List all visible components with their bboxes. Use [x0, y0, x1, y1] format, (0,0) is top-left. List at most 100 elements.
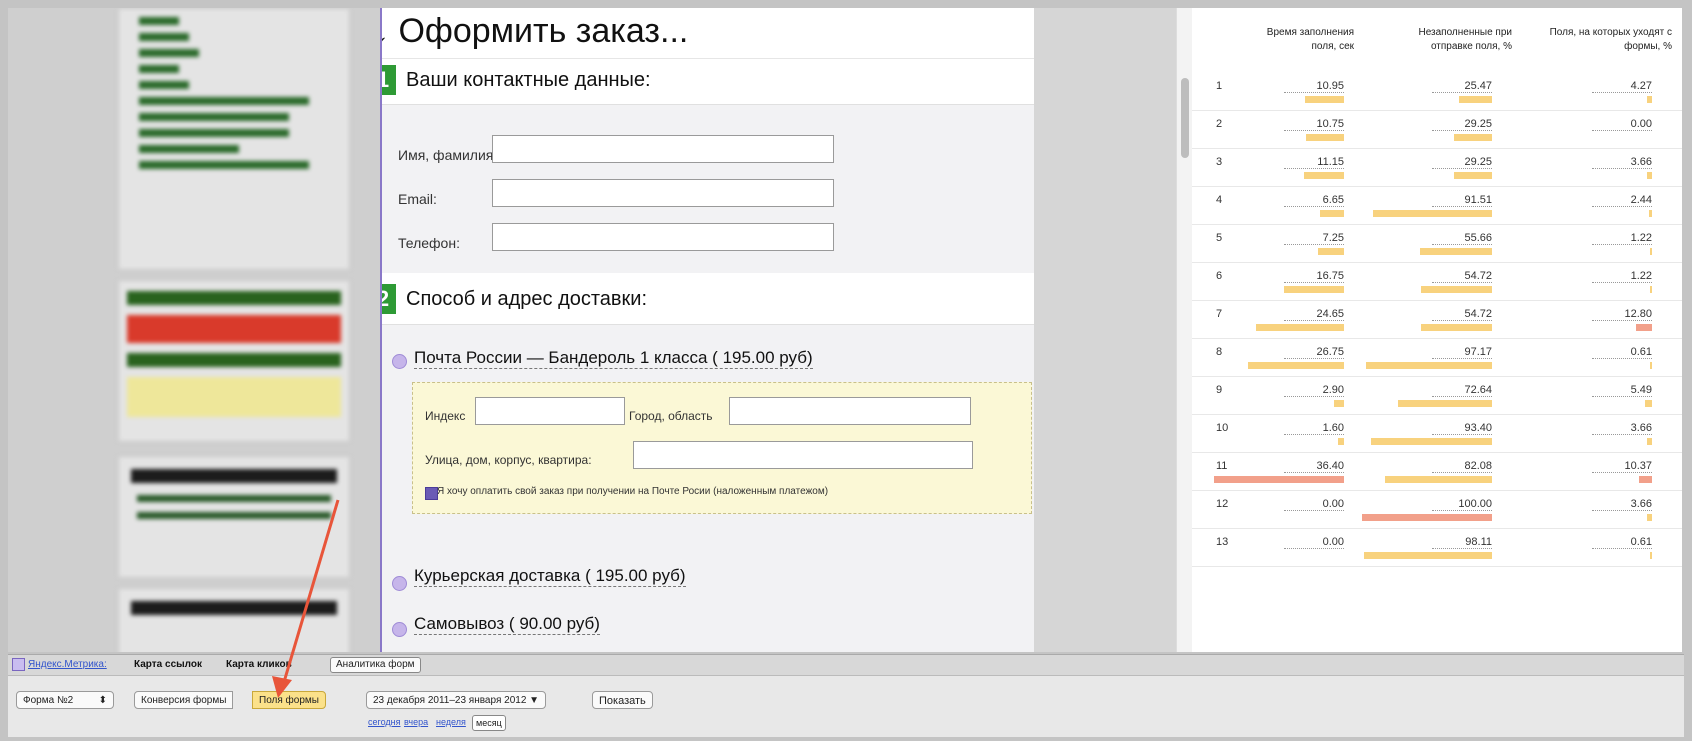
cell-time: 2.90 — [1284, 384, 1344, 397]
conversion-tab[interactable]: Конверсия формы — [134, 691, 234, 709]
cell-leave: 2.44 — [1592, 194, 1652, 207]
city-input[interactable] — [729, 397, 971, 425]
bar-leave — [1650, 552, 1652, 559]
bar-leave — [1650, 248, 1652, 255]
ship-radio-pickup[interactable] — [392, 622, 407, 637]
bar-time — [1320, 210, 1344, 217]
page-title: ↓ Оформить заказ... — [380, 12, 689, 50]
table-row: 4 6.65 91.51 2.44 — [1192, 186, 1682, 225]
field-label-email: Email: — [398, 191, 437, 207]
cell-leave: 3.66 — [1592, 422, 1652, 435]
bar-empty — [1364, 552, 1492, 559]
table-row: 3 11.15 29.25 3.66 — [1192, 148, 1682, 187]
field-label-street: Улица, дом, корпус, квартира: — [425, 453, 592, 467]
cell-empty: 100.00 — [1432, 498, 1492, 511]
row-number: 1 — [1216, 80, 1223, 92]
phone-input[interactable] — [492, 223, 834, 251]
bar-time — [1214, 476, 1344, 483]
stepper-icon: ⬍ — [98, 695, 107, 706]
blurred-menu-box — [118, 8, 350, 270]
cell-time: 1.60 — [1284, 422, 1344, 435]
cell-time: 0.00 — [1284, 536, 1344, 549]
column-header-time: Время заполнения поля, сек — [1266, 27, 1354, 52]
cell-empty: 72.64 — [1432, 384, 1492, 397]
field-label-name: Имя, фамилия: — [398, 147, 498, 163]
cell-time: 16.75 — [1284, 270, 1344, 283]
order-form-panel: ↓ Оформить заказ... 1 Ваши контактные да… — [380, 8, 1036, 652]
cell-leave: 5.49 — [1592, 384, 1652, 397]
ship-option-pickup[interactable]: Самовывоз ( 90.00 руб) — [414, 614, 600, 635]
email-input[interactable] — [492, 179, 834, 207]
links-map-button[interactable]: Карта ссылок — [134, 659, 202, 670]
left-sidebar-blurred — [108, 8, 353, 652]
table-row: 12 0.00 100.00 3.66 — [1192, 490, 1682, 529]
column-header-empty: Незаполненные при отправке поля, % — [1418, 27, 1512, 52]
form-analytics-tab[interactable]: Аналитика форм — [330, 657, 421, 673]
row-number: 12 — [1216, 498, 1229, 510]
bar-empty — [1366, 362, 1492, 369]
row-number: 7 — [1216, 308, 1223, 320]
cell-time: 24.65 — [1284, 308, 1344, 321]
bar-time — [1306, 134, 1344, 141]
table-row: 5 7.25 55.66 1.22 — [1192, 224, 1682, 263]
bar-time — [1318, 248, 1344, 255]
cell-time: 11.15 — [1284, 156, 1344, 169]
table-row: 1 10.95 25.47 4.27 — [1192, 72, 1682, 111]
cell-empty: 82.08 — [1432, 460, 1492, 473]
form-select-value: Форма №2 — [23, 695, 74, 706]
section-delivery-header: 2 Способ и адрес доставки: — [382, 278, 1034, 324]
show-button[interactable]: Показать — [592, 691, 653, 709]
cell-empty: 25.47 — [1432, 80, 1492, 93]
bar-time — [1338, 438, 1344, 445]
vertical-scrollbar[interactable] — [1176, 8, 1193, 652]
ship-radio-courier[interactable] — [392, 576, 407, 591]
street-input[interactable] — [633, 441, 973, 469]
table-row: 6 16.75 54.72 1.22 — [1192, 262, 1682, 301]
ship-option-post[interactable]: Почта России — Бандероль 1 класса ( 195.… — [414, 348, 813, 369]
cell-leave: 1.22 — [1592, 270, 1652, 283]
row-number: 13 — [1216, 536, 1229, 548]
cell-empty: 54.72 — [1432, 270, 1492, 283]
date-range-select[interactable]: 23 декабря 2011–23 января 2012 ▼ — [366, 691, 547, 709]
bar-leave — [1650, 362, 1652, 369]
bar-time — [1256, 324, 1344, 331]
row-number: 8 — [1216, 346, 1223, 358]
row-number: 5 — [1216, 232, 1223, 244]
clicks-map-button[interactable]: Карта кликов — [226, 659, 292, 670]
bar-leave — [1649, 210, 1652, 217]
bar-empty — [1421, 324, 1492, 331]
cell-time: 10.75 — [1284, 118, 1344, 131]
cell-empty: 29.25 — [1432, 118, 1492, 131]
bar-leave — [1647, 514, 1652, 521]
cell-time: 10.95 — [1284, 80, 1344, 93]
fields-tab[interactable]: Поля формы — [252, 691, 326, 709]
quick-month-button[interactable]: месяц — [472, 715, 506, 731]
index-input[interactable] — [475, 397, 625, 425]
quick-today-link[interactable]: сегодня — [368, 717, 401, 727]
metrika-panel: Яндекс.Метрика: Карта ссылок Карта клико… — [8, 654, 1684, 737]
background-right-blur — [1034, 8, 1176, 652]
row-number: 9 — [1216, 384, 1223, 396]
ship-option-courier[interactable]: Курьерская доставка ( 195.00 руб) — [414, 566, 686, 587]
field-label-index: Индекс — [425, 409, 466, 423]
form-stats-table: Время заполнения поля, сек Незаполненные… — [1192, 8, 1682, 652]
metrika-brand-link[interactable]: Яндекс.Метрика: — [28, 659, 107, 670]
table-row: 8 26.75 97.17 0.61 — [1192, 338, 1682, 377]
bar-empty — [1373, 210, 1492, 217]
column-header-leave: Поля, на которых уходят с формы, % — [1549, 27, 1672, 52]
bar-empty — [1420, 248, 1492, 255]
section-title: Ваши контактные данные: — [406, 69, 651, 91]
table-row: 2 10.75 29.25 0.00 — [1192, 110, 1682, 149]
bar-time — [1304, 172, 1344, 179]
quick-yesterday-link[interactable]: вчера — [404, 717, 428, 727]
cell-empty: 29.25 — [1432, 156, 1492, 169]
scrollbar-thumb[interactable] — [1181, 78, 1189, 158]
quick-week-link[interactable]: неделя — [436, 717, 466, 727]
ship-radio-post[interactable] — [392, 354, 407, 369]
row-number: 6 — [1216, 270, 1223, 282]
name-input[interactable] — [492, 135, 834, 163]
form-select[interactable]: Форма №2 ⬍ — [16, 691, 114, 709]
section-contacts-header: 1 Ваши контактные данные: — [382, 58, 1034, 105]
bar-leave — [1636, 324, 1652, 331]
bar-time — [1248, 362, 1344, 369]
